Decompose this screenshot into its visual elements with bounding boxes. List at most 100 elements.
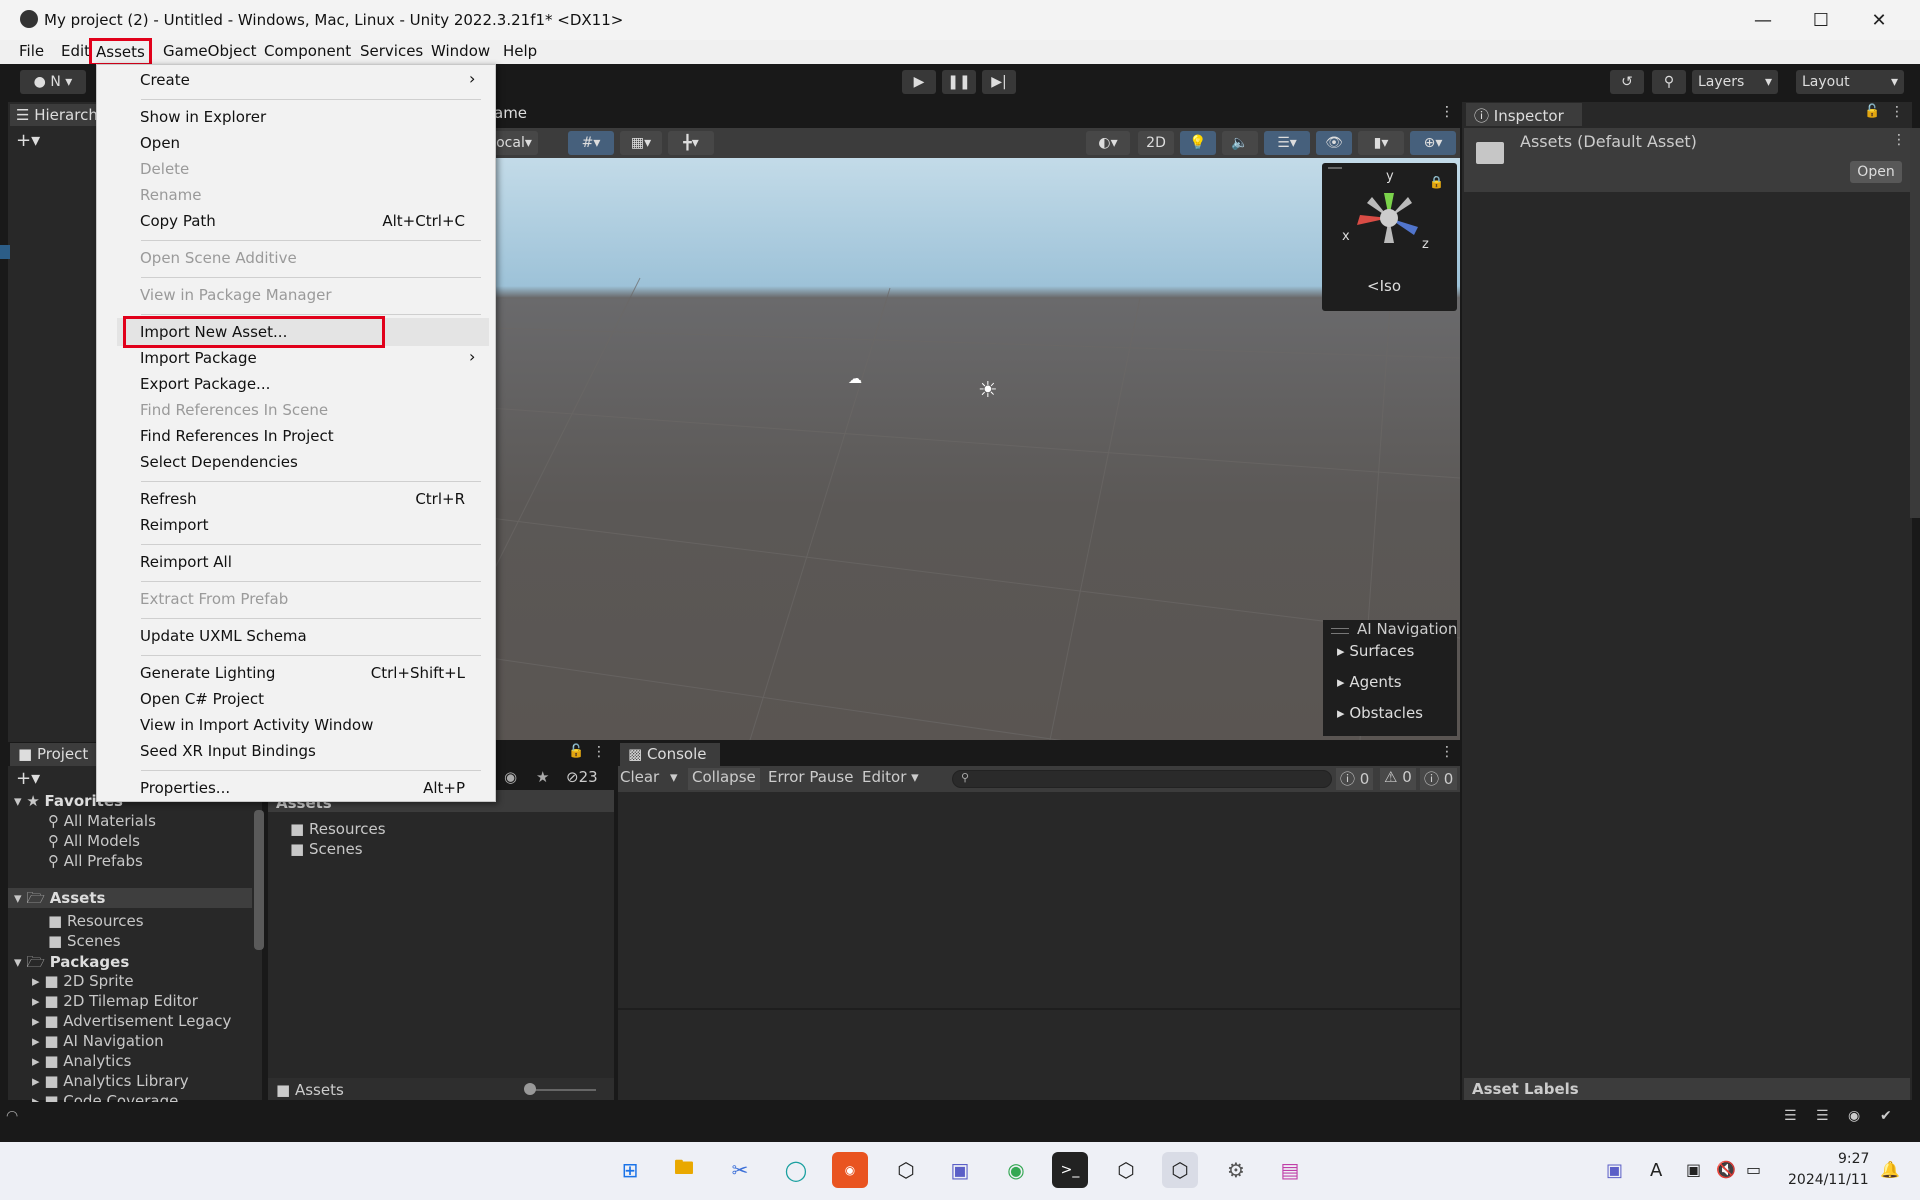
ai-nav-obstacles[interactable]: ▸ Obstacles xyxy=(1337,704,1423,722)
error-count-toggle[interactable]: ⓘ 0 xyxy=(1420,768,1458,790)
error-pause-button[interactable]: Error Pause xyxy=(768,768,853,790)
label-filter-icon[interactable]: ◉ xyxy=(504,768,517,786)
inspector-settings-icon[interactable]: ⋮ xyxy=(1892,132,1906,148)
console-menu-icon[interactable]: ⋮ xyxy=(1440,744,1454,760)
log-count-toggle[interactable]: ⓘ 0 xyxy=(1336,768,1374,790)
package-item[interactable]: ▸ ■ Code Coverage xyxy=(32,1092,178,1102)
projection-toggle[interactable]: <Iso xyxy=(1367,277,1401,295)
tab-inspector[interactable]: ⓘ Inspector xyxy=(1466,103,1582,126)
favorite-filter-icon[interactable]: ★ xyxy=(536,768,549,786)
menu-item-reimport[interactable]: Reimport xyxy=(140,516,209,534)
account-button[interactable]: ● N ▾ xyxy=(20,70,86,94)
menu-item-refresh[interactable]: Refresh xyxy=(140,490,197,508)
history-icon[interactable]: ↺ xyxy=(1610,70,1644,94)
network-icon[interactable]: ▣ xyxy=(1686,1160,1701,1179)
inspector-scrollbar[interactable] xyxy=(1910,128,1920,518)
menu-item-import-new-asset[interactable]: Import New Asset... xyxy=(140,323,287,341)
volume-icon[interactable]: 🔇 xyxy=(1716,1160,1736,1179)
menu-item-update-uxml[interactable]: Update UXML Schema xyxy=(140,627,307,645)
package-item[interactable]: ▸ ■ Analytics Library xyxy=(32,1072,189,1090)
more-options-icon[interactable]: ⋮ xyxy=(1440,104,1454,120)
content-resources[interactable]: ■ Resources xyxy=(290,820,386,838)
step-button[interactable]: ▶| xyxy=(982,70,1016,94)
clear-options-dropdown[interactable]: ▾ xyxy=(670,768,678,790)
menu-gameobject[interactable]: GameObject xyxy=(159,42,261,60)
collapse-button[interactable]: Collapse xyxy=(688,768,760,790)
light-gizmo-icon[interactable]: ☀ xyxy=(978,378,998,403)
status-icon-1[interactable]: ☰ xyxy=(1784,1108,1797,1124)
assets-header[interactable]: ▾ 🗁 Assets xyxy=(8,888,252,908)
icon-size-slider-thumb[interactable] xyxy=(524,1083,536,1095)
teams-tray-icon[interactable]: ▣ xyxy=(1606,1160,1623,1181)
battery-icon[interactable]: ▭ xyxy=(1746,1160,1761,1179)
status-icon-2[interactable]: ☰ xyxy=(1816,1108,1829,1124)
menu-item-find-refs-project[interactable]: Find References In Project xyxy=(140,427,334,445)
inspector-menu-icon[interactable]: ⋮ xyxy=(1890,104,1904,120)
menu-item-select-dependencies[interactable]: Select Dependencies xyxy=(140,453,298,471)
notification-bell-icon[interactable]: 🔔 xyxy=(1880,1160,1900,1179)
menu-help[interactable]: Help xyxy=(499,42,541,60)
menu-assets[interactable]: Assets xyxy=(89,38,152,66)
menu-file[interactable]: File xyxy=(15,42,48,60)
lighting-toggle-icon[interactable]: 💡 xyxy=(1180,131,1216,155)
play-button[interactable]: ▶ xyxy=(902,70,936,94)
orientation-gizmo[interactable]: 🔒 y x z <Iso xyxy=(1322,163,1457,311)
grid-snap-button[interactable]: #▾ xyxy=(568,131,614,155)
menu-item-generate-lighting[interactable]: Generate Lighting xyxy=(140,664,275,682)
menu-item-create[interactable]: Create xyxy=(140,71,190,89)
package-item[interactable]: ▸ ■ 2D Tilemap Editor xyxy=(32,992,198,1010)
menu-item-export-package[interactable]: Export Package... xyxy=(140,375,270,393)
unity-editor-icon[interactable]: ⬡ xyxy=(1162,1152,1198,1188)
content-scenes[interactable]: ■ Scenes xyxy=(290,840,363,858)
hidden-packages-toggle[interactable]: ⊘23 xyxy=(566,768,598,786)
unity-icon[interactable]: ⬡ xyxy=(1108,1152,1144,1188)
search-icon[interactable]: ⚲ xyxy=(1652,70,1686,94)
status-icon-4[interactable]: ✔ xyxy=(1880,1108,1892,1124)
hierarchy-tab[interactable]: ☰ Hierarch xyxy=(10,104,96,126)
warning-count-toggle[interactable]: ⚠ 0 xyxy=(1380,768,1416,790)
project-add-button[interactable]: +▾ xyxy=(16,768,40,789)
menu-item-seed-xr[interactable]: Seed XR Input Bindings xyxy=(140,742,316,760)
layers-dropdown[interactable]: Layers ▾ xyxy=(1692,70,1778,94)
close-button[interactable]: ✕ xyxy=(1850,0,1908,40)
layout-dropdown[interactable]: Layout ▾ xyxy=(1796,70,1904,94)
gizmos-toggle-icon[interactable]: ⊕▾ xyxy=(1410,131,1456,155)
menu-item-open-csharp[interactable]: Open C# Project xyxy=(140,690,264,708)
project-menu-icon[interactable]: ⋮ xyxy=(592,744,606,760)
settings-icon[interactable]: ⚙ xyxy=(1218,1152,1254,1188)
icon-size-slider[interactable] xyxy=(526,1089,596,1091)
ruler-button[interactable]: ╋▾ xyxy=(668,131,714,155)
console-divider[interactable] xyxy=(618,1008,1460,1010)
tab-project[interactable]: ■ Project xyxy=(10,743,96,766)
edge-icon[interactable]: ◯ xyxy=(778,1152,814,1188)
status-icon-3[interactable]: ◉ xyxy=(1848,1108,1860,1124)
menu-services[interactable]: Services xyxy=(356,42,427,60)
camera-gizmo-icon[interactable]: ☁ xyxy=(848,371,862,387)
editor-dropdown[interactable]: Editor ▾ xyxy=(862,768,919,790)
audio-toggle-icon[interactable]: 🔈 xyxy=(1222,131,1258,155)
tree-scenes[interactable]: ■ Scenes xyxy=(48,932,121,950)
inspector-open-button[interactable]: Open xyxy=(1850,161,1902,183)
ai-nav-surfaces[interactable]: ▸ Surfaces xyxy=(1337,642,1414,660)
menu-item-view-import-activity[interactable]: View in Import Activity Window xyxy=(140,716,373,734)
notepad-icon[interactable]: ▤ xyxy=(1272,1152,1308,1188)
menu-item-open[interactable]: Open xyxy=(140,134,180,152)
pivot-space-dropdown[interactable]: ocal ▾ xyxy=(490,131,538,155)
teams-icon[interactable]: ▣ xyxy=(942,1152,978,1188)
ubuntu-icon[interactable]: ◉ xyxy=(832,1152,868,1188)
axis-gizmo[interactable] xyxy=(1322,173,1457,283)
package-item[interactable]: ▸ ■ AI Navigation xyxy=(32,1032,164,1050)
fav-all-materials[interactable]: ⚲ All Materials xyxy=(48,812,156,830)
effects-toggle-icon[interactable]: ☰▾ xyxy=(1264,131,1310,155)
terminal-icon[interactable]: >_ xyxy=(1052,1152,1088,1188)
menu-item-copy-path[interactable]: Copy Path xyxy=(140,212,216,230)
package-item[interactable]: ▸ ■ 2D Sprite xyxy=(32,972,134,990)
start-icon[interactable]: ⊞ xyxy=(612,1152,648,1188)
menu-item-properties[interactable]: Properties... xyxy=(140,779,230,797)
camera-settings-icon[interactable]: ▮▾ xyxy=(1358,131,1404,155)
console-search-input[interactable]: ⚲ xyxy=(952,770,1332,788)
clear-button[interactable]: Clear xyxy=(620,768,659,790)
hierarchy-add-button[interactable]: +▾ xyxy=(16,130,40,151)
menu-component[interactable]: Component xyxy=(260,42,355,60)
scene-viewport[interactable]: ☁ ☀ xyxy=(490,158,1460,740)
